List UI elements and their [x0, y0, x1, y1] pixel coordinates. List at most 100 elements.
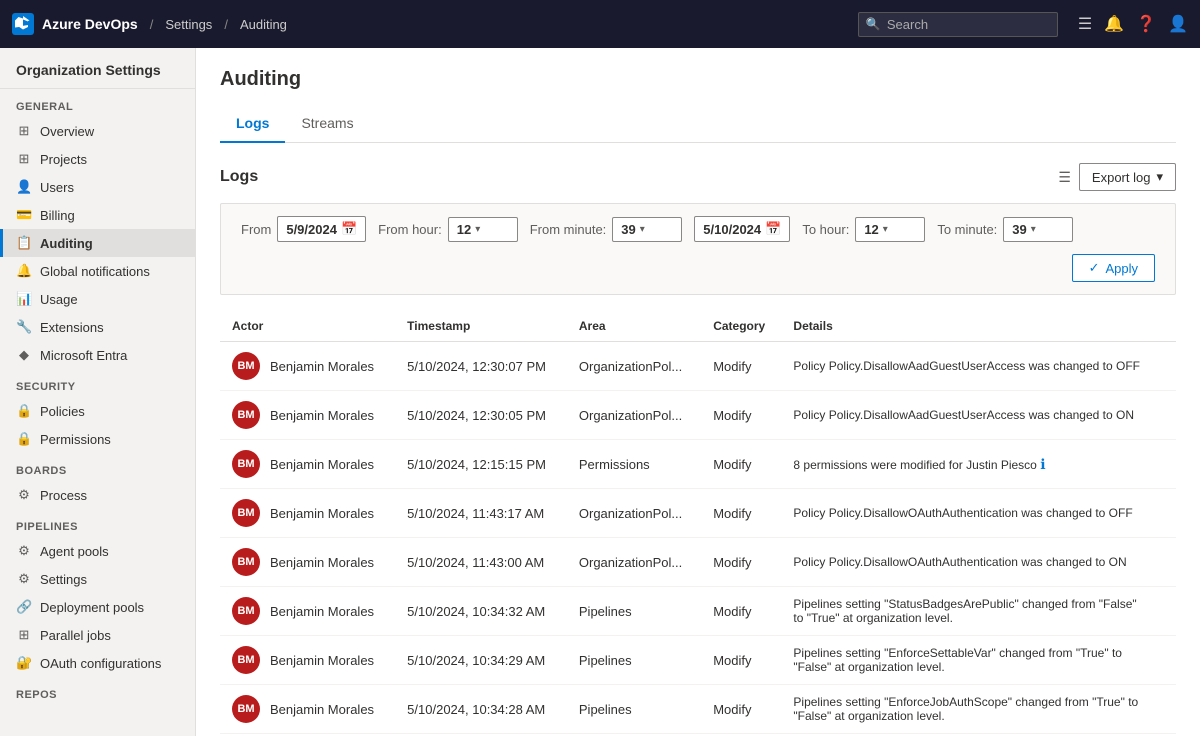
section-boards: Boards — [0, 453, 195, 481]
sidebar-item-auditing[interactable]: 📋 Auditing — [0, 229, 195, 257]
actor-name-6: Benjamin Morales — [270, 653, 374, 668]
apply-button[interactable]: ✓ Apply — [1072, 254, 1155, 282]
category-cell-3: Modify — [701, 489, 781, 538]
sidebar-item-process[interactable]: ⚙ Process — [0, 481, 195, 509]
col-actor: Actor — [220, 311, 395, 342]
export-log-button[interactable]: Export log ▾ — [1079, 163, 1176, 191]
details-cell-1: Policy Policy.DisallowAadGuestUserAccess… — [781, 391, 1176, 440]
sidebar-label-users: Users — [40, 180, 74, 195]
category-cell-5: Modify — [701, 587, 781, 636]
sidebar-label-permissions: Permissions — [40, 432, 111, 447]
from-minute-chevron: ▾ — [640, 224, 645, 235]
tabs: Logs Streams — [220, 107, 1176, 143]
main-content: Auditing Logs Streams Logs ☰ Export log … — [196, 48, 1200, 736]
timestamp-cell-6: 5/10/2024, 10:34:29 AM — [395, 636, 567, 685]
sidebar-label-policies: Policies — [40, 404, 85, 419]
sidebar-item-pipelines-settings[interactable]: ⚙ Settings — [0, 565, 195, 593]
sidebar-item-parallel-jobs[interactable]: ⊞ Parallel jobs — [0, 621, 195, 649]
breadcrumb-settings[interactable]: Settings — [165, 17, 212, 32]
pipelines-settings-icon: ⚙ — [16, 571, 32, 587]
category-cell-6: Modify — [701, 636, 781, 685]
sidebar-item-global-notifications[interactable]: 🔔 Global notifications — [0, 257, 195, 285]
user-icon[interactable]: 👤 — [1168, 14, 1188, 34]
table-row: BM Benjamin Morales 5/10/2024, 12:30:05 … — [220, 391, 1176, 440]
table-row: BM Benjamin Morales 5/10/2024, 10:34:28 … — [220, 685, 1176, 734]
logs-actions: ☰ Export log ▾ — [1058, 163, 1176, 191]
area-cell-4: OrganizationPol... — [567, 538, 701, 587]
sidebar-item-microsoft-entra[interactable]: ◆ Microsoft Entra — [0, 341, 195, 369]
avatar-1: BM — [232, 401, 260, 429]
sidebar-item-extensions[interactable]: 🔧 Extensions — [0, 313, 195, 341]
sidebar-item-oauth[interactable]: 🔐 OAuth configurations — [0, 649, 195, 677]
process-icon: ⚙ — [16, 487, 32, 503]
avatar-6: BM — [232, 646, 260, 674]
area-cell-7: Pipelines — [567, 685, 701, 734]
azure-devops-logo[interactable] — [12, 13, 34, 35]
sidebar: Organization Settings General ⊞ Overview… — [0, 48, 196, 736]
timestamp-cell-5: 5/10/2024, 10:34:32 AM — [395, 587, 567, 636]
help-icon[interactable]: ❓ — [1136, 14, 1156, 34]
users-icon: 👤 — [16, 179, 32, 195]
section-general: General — [0, 89, 195, 117]
filter-icon[interactable]: ☰ — [1058, 169, 1071, 186]
table-row: BM Benjamin Morales 5/10/2024, 11:43:17 … — [220, 489, 1176, 538]
search-input[interactable] — [858, 12, 1058, 37]
to-minute-dropdown[interactable]: 39 ▾ — [1003, 217, 1073, 242]
from-group: From 5/9/2024 📅 — [241, 216, 366, 242]
notification-icon[interactable]: 🔔 — [1104, 14, 1124, 34]
logs-table: Actor Timestamp Area Category Details BM… — [220, 311, 1176, 734]
projects-icon: ⊞ — [16, 151, 32, 167]
billing-icon: 💳 — [16, 207, 32, 223]
sidebar-label-projects: Projects — [40, 152, 87, 167]
to-hour-dropdown[interactable]: 12 ▾ — [855, 217, 925, 242]
notifications-icon: 🔔 — [16, 263, 32, 279]
breadcrumb-auditing: Auditing — [240, 17, 287, 32]
from-date-picker[interactable]: 5/9/2024 📅 — [277, 216, 366, 242]
page-title: Auditing — [220, 68, 1176, 91]
search-icon: 🔍 — [866, 17, 881, 31]
sidebar-label-agent-pools: Agent pools — [40, 544, 109, 559]
sidebar-item-agent-pools[interactable]: ⚙ Agent pools — [0, 537, 195, 565]
sidebar-item-billing[interactable]: 💳 Billing — [0, 201, 195, 229]
sidebar-item-policies[interactable]: 🔒 Policies — [0, 397, 195, 425]
to-date-picker[interactable]: 5/10/2024 📅 — [694, 216, 790, 242]
table-row: BM Benjamin Morales 5/10/2024, 12:30:07 … — [220, 342, 1176, 391]
list-icon[interactable]: ☰ — [1078, 14, 1092, 34]
from-minute-dropdown[interactable]: 39 ▾ — [612, 217, 682, 242]
from-minute-value: 39 — [621, 222, 635, 237]
from-hour-value: 12 — [457, 222, 471, 237]
permissions-icon: 🔒 — [16, 431, 32, 447]
sidebar-item-users[interactable]: 👤 Users — [0, 173, 195, 201]
sidebar-item-permissions[interactable]: 🔒 Permissions — [0, 425, 195, 453]
sidebar-label-process: Process — [40, 488, 87, 503]
sidebar-item-deployment-pools[interactable]: 🔗 Deployment pools — [0, 593, 195, 621]
topnav: Azure DevOps / Settings / Auditing 🔍 ☰ 🔔… — [0, 0, 1200, 48]
table-row: BM Benjamin Morales 5/10/2024, 11:43:00 … — [220, 538, 1176, 587]
category-cell-0: Modify — [701, 342, 781, 391]
area-cell-6: Pipelines — [567, 636, 701, 685]
category-cell-7: Modify — [701, 685, 781, 734]
actor-name-2: Benjamin Morales — [270, 457, 374, 472]
details-cell-5: Pipelines setting "StatusBadgesArePublic… — [781, 587, 1176, 636]
avatar-3: BM — [232, 499, 260, 527]
tab-streams[interactable]: Streams — [285, 107, 369, 143]
brand-name: Azure DevOps — [42, 16, 138, 32]
actor-cell-2: BM Benjamin Morales — [220, 440, 395, 489]
info-icon[interactable]: ℹ — [1040, 456, 1045, 472]
from-hour-chevron: ▾ — [475, 224, 480, 235]
tab-logs[interactable]: Logs — [220, 107, 285, 143]
sidebar-item-projects[interactable]: ⊞ Projects — [0, 145, 195, 173]
sidebar-item-usage[interactable]: 📊 Usage — [0, 285, 195, 313]
timestamp-cell-4: 5/10/2024, 11:43:00 AM — [395, 538, 567, 587]
from-hour-dropdown[interactable]: 12 ▾ — [448, 217, 518, 242]
area-cell-1: OrganizationPol... — [567, 391, 701, 440]
timestamp-cell-7: 5/10/2024, 10:34:28 AM — [395, 685, 567, 734]
agent-pools-icon: ⚙ — [16, 543, 32, 559]
from-hour-group: From hour: 12 ▾ — [378, 217, 518, 242]
sidebar-label-oauth: OAuth configurations — [40, 656, 161, 671]
timestamp-cell-2: 5/10/2024, 12:15:15 PM — [395, 440, 567, 489]
sidebar-header: Organization Settings — [0, 48, 195, 89]
actor-cell-4: BM Benjamin Morales — [220, 538, 395, 587]
details-cell-6: Pipelines setting "EnforceSettableVar" c… — [781, 636, 1176, 685]
sidebar-item-overview[interactable]: ⊞ Overview — [0, 117, 195, 145]
